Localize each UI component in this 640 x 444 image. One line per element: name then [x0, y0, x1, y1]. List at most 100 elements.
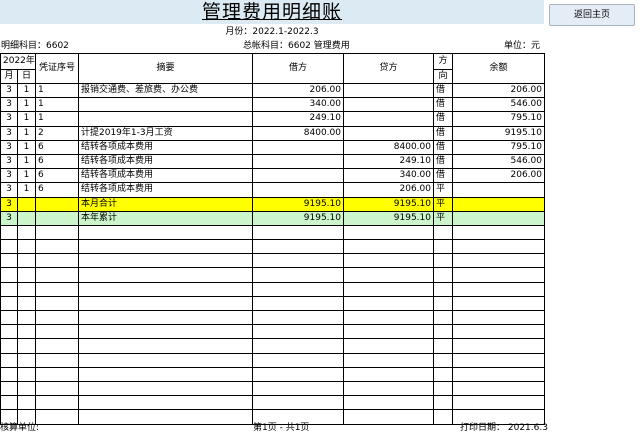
cell-day [17, 366, 36, 382]
cell-balance [452, 352, 545, 368]
cell-dir [433, 324, 453, 340]
table-row [0, 352, 545, 368]
cell-balance: 795.10 [452, 111, 545, 127]
cell-summary [78, 409, 253, 425]
table-row [0, 309, 545, 326]
cell-day [17, 196, 36, 212]
cell-voucher [35, 281, 79, 297]
cell-summary [78, 267, 253, 283]
cell-balance [452, 324, 545, 340]
cell-day [17, 309, 36, 326]
cell-credit: 340.00 [343, 168, 434, 184]
cell-voucher [35, 324, 79, 340]
table-row: 3 1 6 结转各项成本费用 8400.00 借 795.10 [0, 139, 545, 155]
cell-dir [433, 409, 453, 425]
cell-balance [452, 309, 545, 326]
cell-summary: 结转各项成本费用 [78, 139, 253, 155]
header-balance: 余额 [452, 53, 545, 84]
ledger-table: 2022年 凭证序号 摘要 借方 贷方 方 余额 月 日 向 3 1 1 报销交通费、… [0, 53, 545, 425]
table-row [0, 224, 545, 241]
cell-summary [78, 239, 253, 255]
cell-credit [343, 253, 434, 269]
table-row: 3 本月合计 9195.10 9195.10 平 [0, 196, 545, 212]
general-account-label: 总帐科目：6602 管理费用 [243, 41, 350, 51]
table-row [0, 267, 545, 283]
cell-month [0, 281, 18, 297]
cell-dir [433, 352, 453, 368]
cell-voucher: 6 [35, 153, 79, 170]
table-row: 3 1 6 结转各项成本费用 206.00 平 [0, 182, 545, 198]
cell-month: 3 [0, 168, 18, 184]
cell-credit [343, 125, 434, 141]
period-label: 月份：2022.1-2022.3 [225, 27, 319, 37]
header-credit: 贷方 [343, 53, 434, 84]
cell-credit [343, 324, 434, 340]
cell-voucher: 1 [35, 97, 79, 113]
cell-dir [433, 380, 453, 397]
ledger-body: 3 1 1 报销交通费、差旅费、办公费 206.00 借 206.00 3 1 1 340.00 借 5… [0, 82, 545, 425]
cell-voucher [35, 309, 79, 326]
cell-day [17, 352, 36, 368]
cell-day [17, 380, 36, 397]
cell-month [0, 366, 18, 382]
cell-dir [433, 224, 453, 241]
cell-day [17, 338, 36, 354]
cell-balance [452, 196, 545, 212]
cell-summary [78, 253, 253, 269]
cell-day: 1 [17, 97, 36, 113]
cell-credit: 9195.10 [343, 196, 434, 212]
cell-summary [78, 380, 253, 397]
cell-voucher [35, 295, 79, 312]
cell-debit [252, 139, 344, 155]
table-row [0, 324, 545, 340]
cell-balance: 9195.10 [452, 125, 545, 141]
cell-day [17, 324, 36, 340]
cell-month [0, 324, 18, 340]
cell-dir [433, 239, 453, 255]
cell-voucher [35, 366, 79, 382]
header-debit: 借方 [252, 53, 344, 84]
cell-balance [452, 380, 545, 397]
cell-summary: 本月合计 [78, 196, 253, 212]
table-row [0, 395, 545, 411]
cell-balance: 795.10 [452, 139, 545, 155]
cell-voucher [35, 338, 79, 354]
cell-credit: 9195.10 [343, 210, 434, 226]
table-row [0, 239, 545, 255]
cell-summary [78, 366, 253, 382]
page-title: 管理费用明细账 [201, 1, 342, 23]
cell-debit [252, 168, 344, 184]
table-row: 3 1 6 结转各项成本费用 249.10 借 546.00 [0, 153, 545, 170]
cell-voucher [35, 196, 79, 212]
footer-accountant: 核算单位: [0, 423, 40, 433]
cell-dir: 借 [433, 153, 453, 170]
cell-summary: 结转各项成本费用 [78, 153, 253, 170]
cell-summary [78, 338, 253, 354]
header-direction-1: 方 [433, 53, 453, 70]
cell-balance [452, 338, 545, 354]
cell-voucher [35, 380, 79, 397]
cell-summary [78, 309, 253, 326]
cell-day [17, 253, 36, 269]
cell-credit: 206.00 [343, 182, 434, 198]
cell-voucher [35, 253, 79, 269]
cell-month: 3 [0, 125, 18, 141]
cell-day [17, 224, 36, 241]
table-row: 3 1 1 报销交通费、差旅费、办公费 206.00 借 206.00 [0, 82, 545, 99]
header-summary: 摘要 [78, 53, 253, 84]
cell-dir: 借 [433, 111, 453, 127]
cell-dir [433, 253, 453, 269]
cell-month [0, 395, 18, 411]
cell-balance [452, 253, 545, 269]
cell-debit [252, 267, 344, 283]
table-row: 3 1 6 结转各项成本费用 340.00 借 206.00 [0, 168, 545, 184]
table-row [0, 295, 545, 312]
cell-balance [452, 366, 545, 382]
cell-summary: 结转各项成本费用 [78, 168, 253, 184]
cell-summary [78, 281, 253, 297]
cell-day [17, 295, 36, 312]
header-day: 日 [17, 69, 36, 84]
table-row: 3 本年累计 9195.10 9195.10 平 [0, 210, 545, 226]
cell-debit [252, 338, 344, 354]
home-button[interactable]: 返回主页 [549, 4, 635, 26]
